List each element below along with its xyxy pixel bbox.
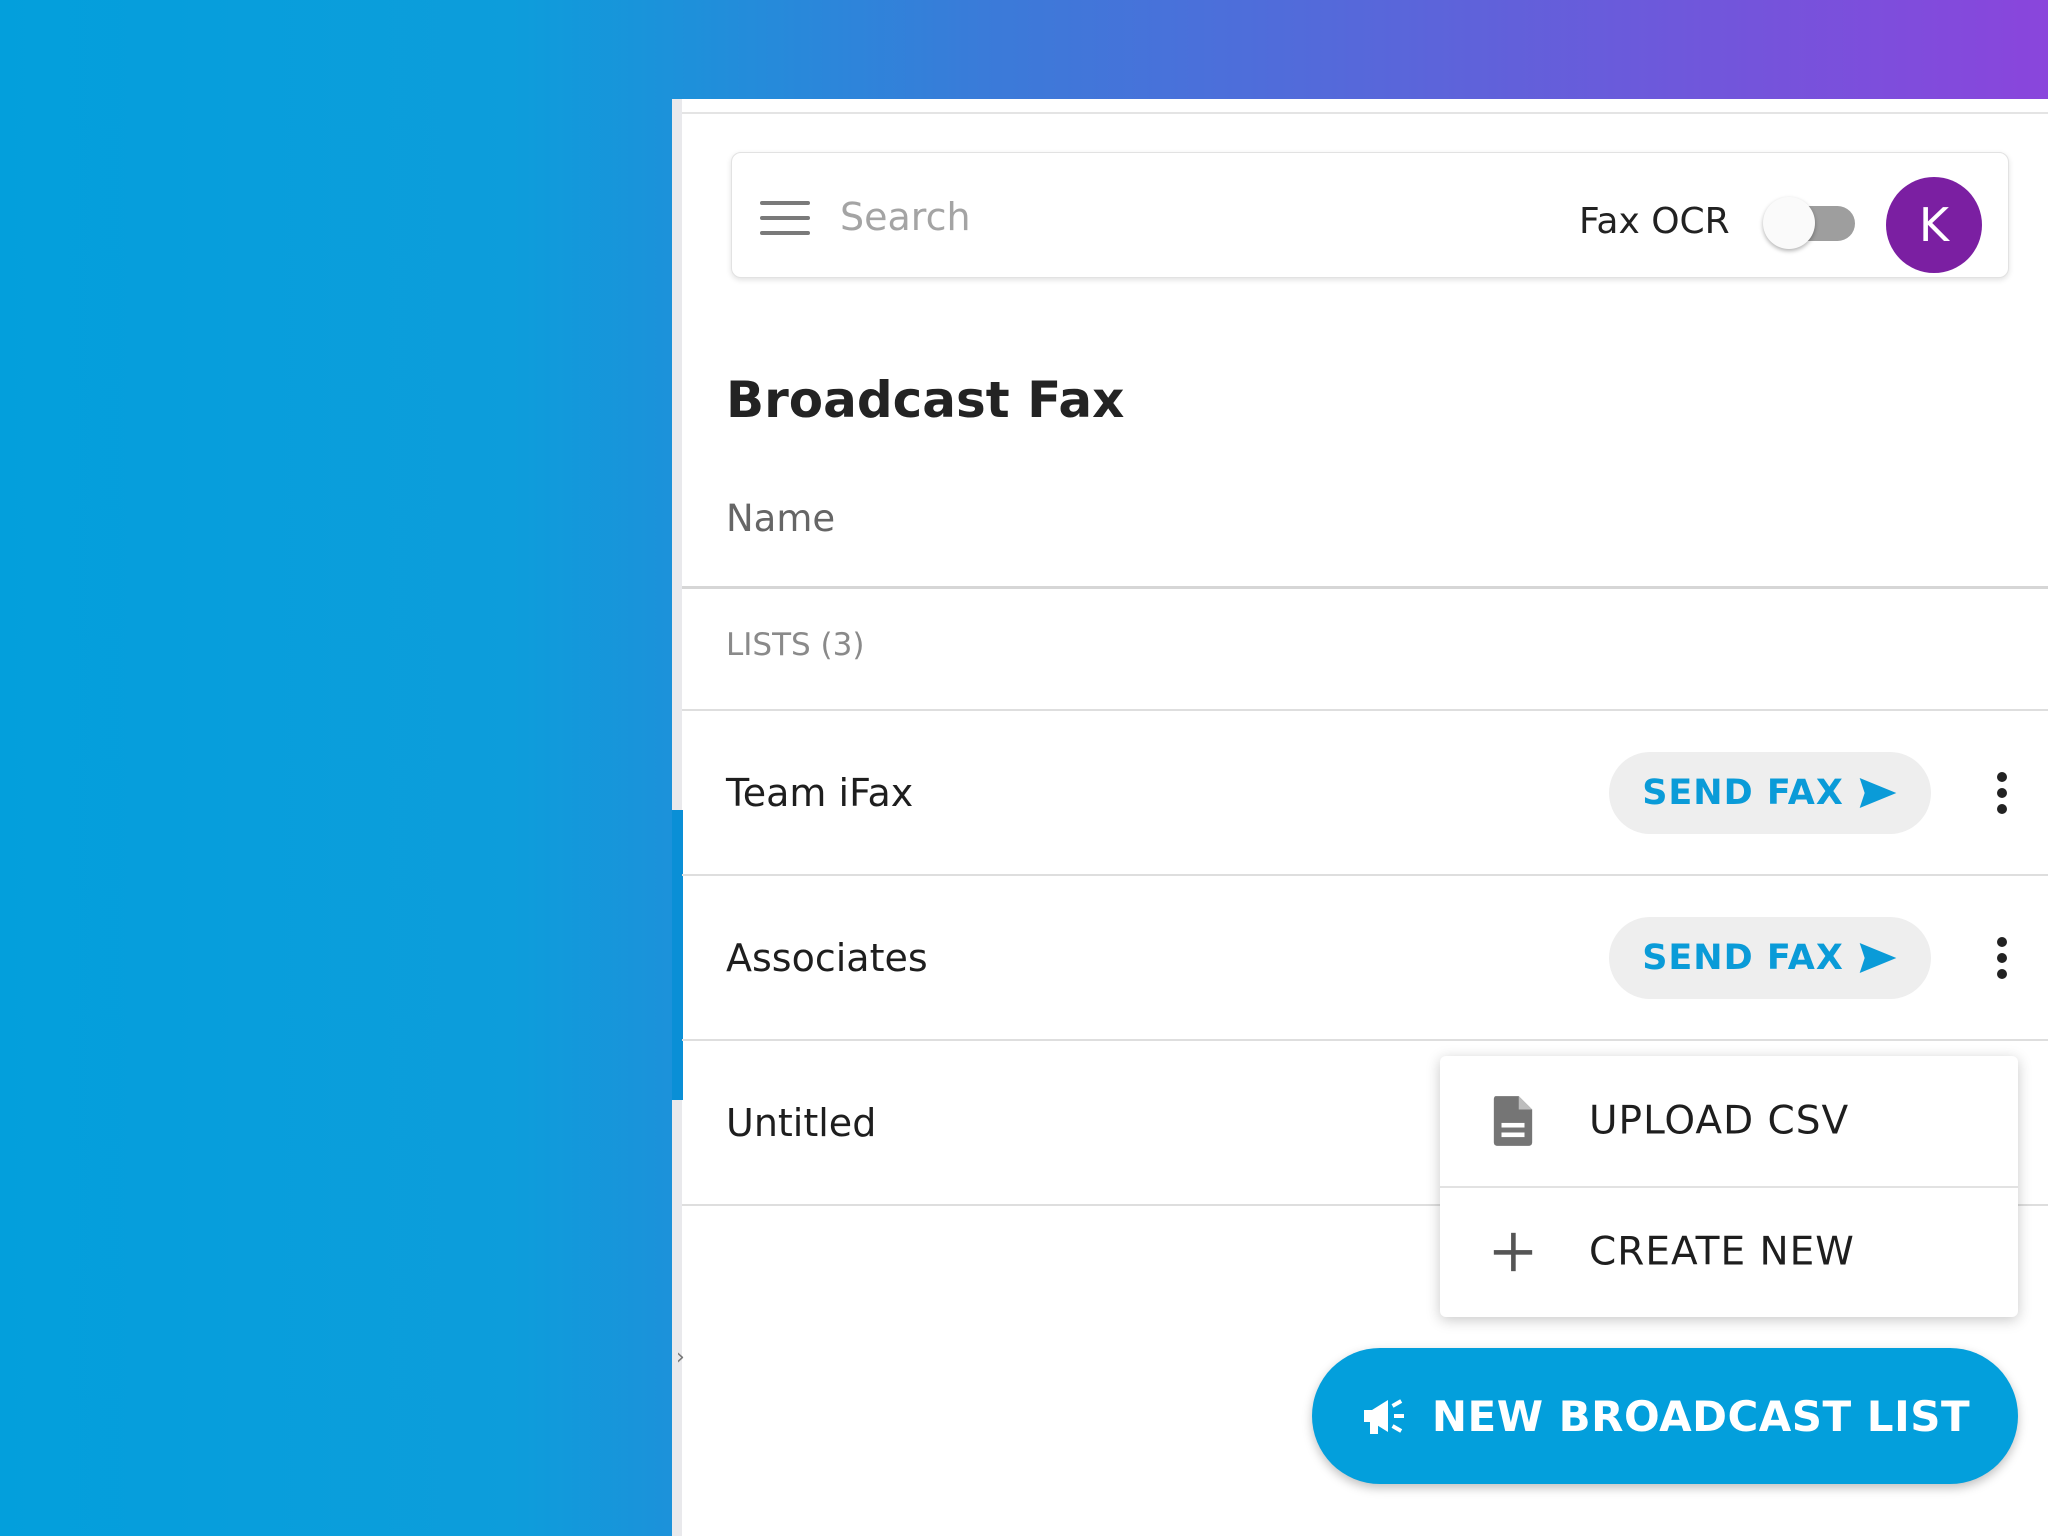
page-title: Broadcast Fax [726,371,1125,429]
fab-label: NEW BROADCAST LIST [1431,1391,1971,1441]
fax-ocr-toggle[interactable] [1763,197,1863,249]
top-divider [682,112,2048,114]
search-input[interactable] [838,183,1542,251]
list-item-name: Team iFax [726,770,914,815]
send-fax-label: SEND FAX [1642,937,1844,978]
fab-dropdown-menu: UPLOAD CSV CREATE NEW [1440,1056,2018,1317]
send-icon [1859,942,1897,973]
send-fax-button[interactable]: SEND FAX [1609,916,1931,999]
send-fax-label: SEND FAX [1642,772,1844,813]
document-icon [1493,1096,1533,1146]
send-icon [1859,777,1897,808]
fax-ocr-label: Fax OCR [1579,201,1730,242]
list-item-name: Untitled [726,1100,877,1145]
new-broadcast-list-button[interactable]: NEW BROADCAST LIST [1312,1348,2018,1484]
menu-item-create-new[interactable]: CREATE NEW [1440,1187,2018,1317]
lists-section-label: LISTS (3) [726,627,865,663]
list-item[interactable]: Associates SEND FAX [682,876,2048,1039]
send-fax-button[interactable]: SEND FAX [1609,751,1931,834]
menu-item-label: UPLOAD CSV [1589,1098,1850,1144]
megaphone-icon [1363,1399,1404,1434]
list-item-name: Associates [726,935,928,980]
menu-item-label: CREATE NEW [1589,1229,1855,1275]
hamburger-menu-icon[interactable] [760,201,810,235]
app-window: › Fax OCR K Broadcast Fax Name LISTS (3)… [672,99,2048,1536]
plus-icon [1493,1232,1533,1272]
header-divider [682,586,2048,589]
user-avatar[interactable]: K [1886,177,1982,273]
toggle-thumb [1763,197,1815,249]
more-options-icon[interactable] [1982,763,2022,823]
menu-item-upload-csv[interactable]: UPLOAD CSV [1440,1056,2018,1186]
list-item[interactable]: Team iFax SEND FAX [682,711,2048,874]
more-options-icon[interactable] [1982,928,2022,988]
chevron-right-icon[interactable]: › [676,1347,685,1369]
column-header-name[interactable]: Name [726,497,835,540]
search-bar: Fax OCR K [731,152,2009,278]
